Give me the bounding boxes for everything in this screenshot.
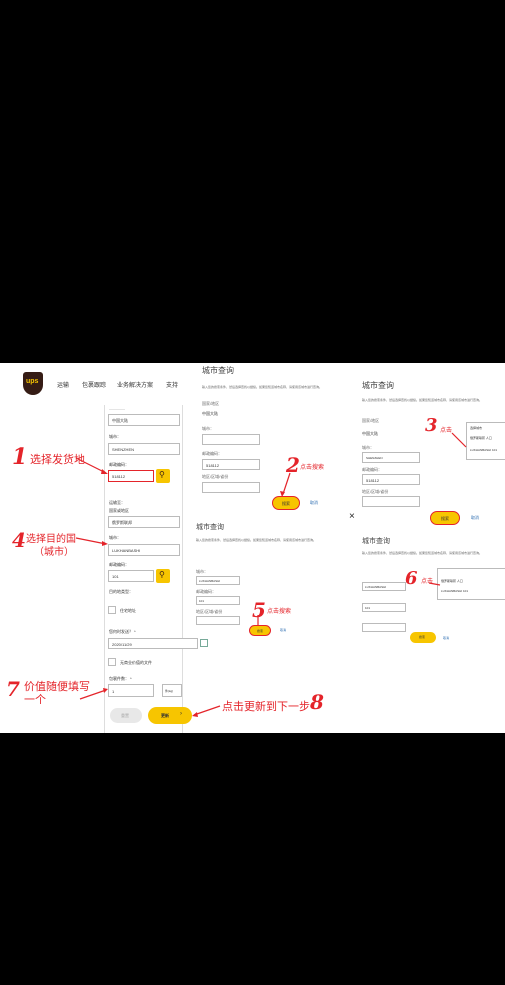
- arrow-step-4: [75, 537, 107, 545]
- screenshot-collage: ups 运输 包裹跟踪 业务解决方案 支持 ———— 中国大陆 城市： SHEN…: [0, 363, 505, 733]
- arrow-step-1: [75, 457, 107, 474]
- arrow-step-6: [428, 582, 441, 586]
- arrow-step-3: [451, 432, 467, 448]
- arrow-step-8: [193, 705, 221, 716]
- arrow-step-2: [282, 472, 291, 495]
- annotation-arrows: [75, 432, 467, 717]
- arrow-step-7: [79, 689, 107, 700]
